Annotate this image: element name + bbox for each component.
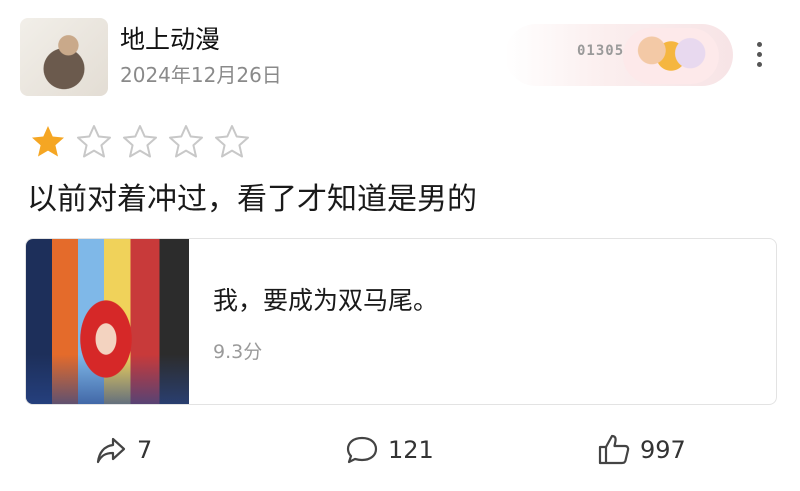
- show-score: 9.3分: [213, 341, 263, 363]
- share-button[interactable]: 7: [93, 432, 152, 468]
- comment-icon: [346, 436, 378, 464]
- rating-stars: [28, 122, 252, 162]
- thumbs-up-icon: [598, 434, 630, 465]
- star-empty-icon: [77, 125, 111, 158]
- badge-artwork: [623, 28, 719, 84]
- star-empty-icon: [169, 125, 203, 158]
- show-title: 我，要成为双马尾。: [213, 286, 439, 315]
- fan-badge[interactable]: 013051: [505, 24, 733, 86]
- more-options-icon[interactable]: [750, 42, 768, 74]
- star-empty-icon: [215, 125, 249, 158]
- star-filled-icon: [32, 126, 64, 157]
- star-empty-icon: [123, 125, 157, 158]
- post-date: 2024年12月26日: [120, 63, 282, 87]
- like-count: 997: [640, 436, 686, 464]
- like-button[interactable]: 997: [596, 432, 686, 468]
- share-icon: [96, 437, 126, 464]
- show-cover-image: [26, 239, 189, 404]
- review-text: 以前对着冲过，看了才知道是男的: [27, 182, 477, 217]
- share-count: 7: [137, 436, 153, 464]
- avatar[interactable]: [20, 18, 108, 96]
- comment-button[interactable]: 121: [344, 432, 434, 468]
- comment-count: 121: [388, 436, 434, 464]
- username[interactable]: 地上动漫: [120, 20, 220, 56]
- linked-show-card[interactable]: 我，要成为双马尾。 9.3分: [25, 238, 777, 405]
